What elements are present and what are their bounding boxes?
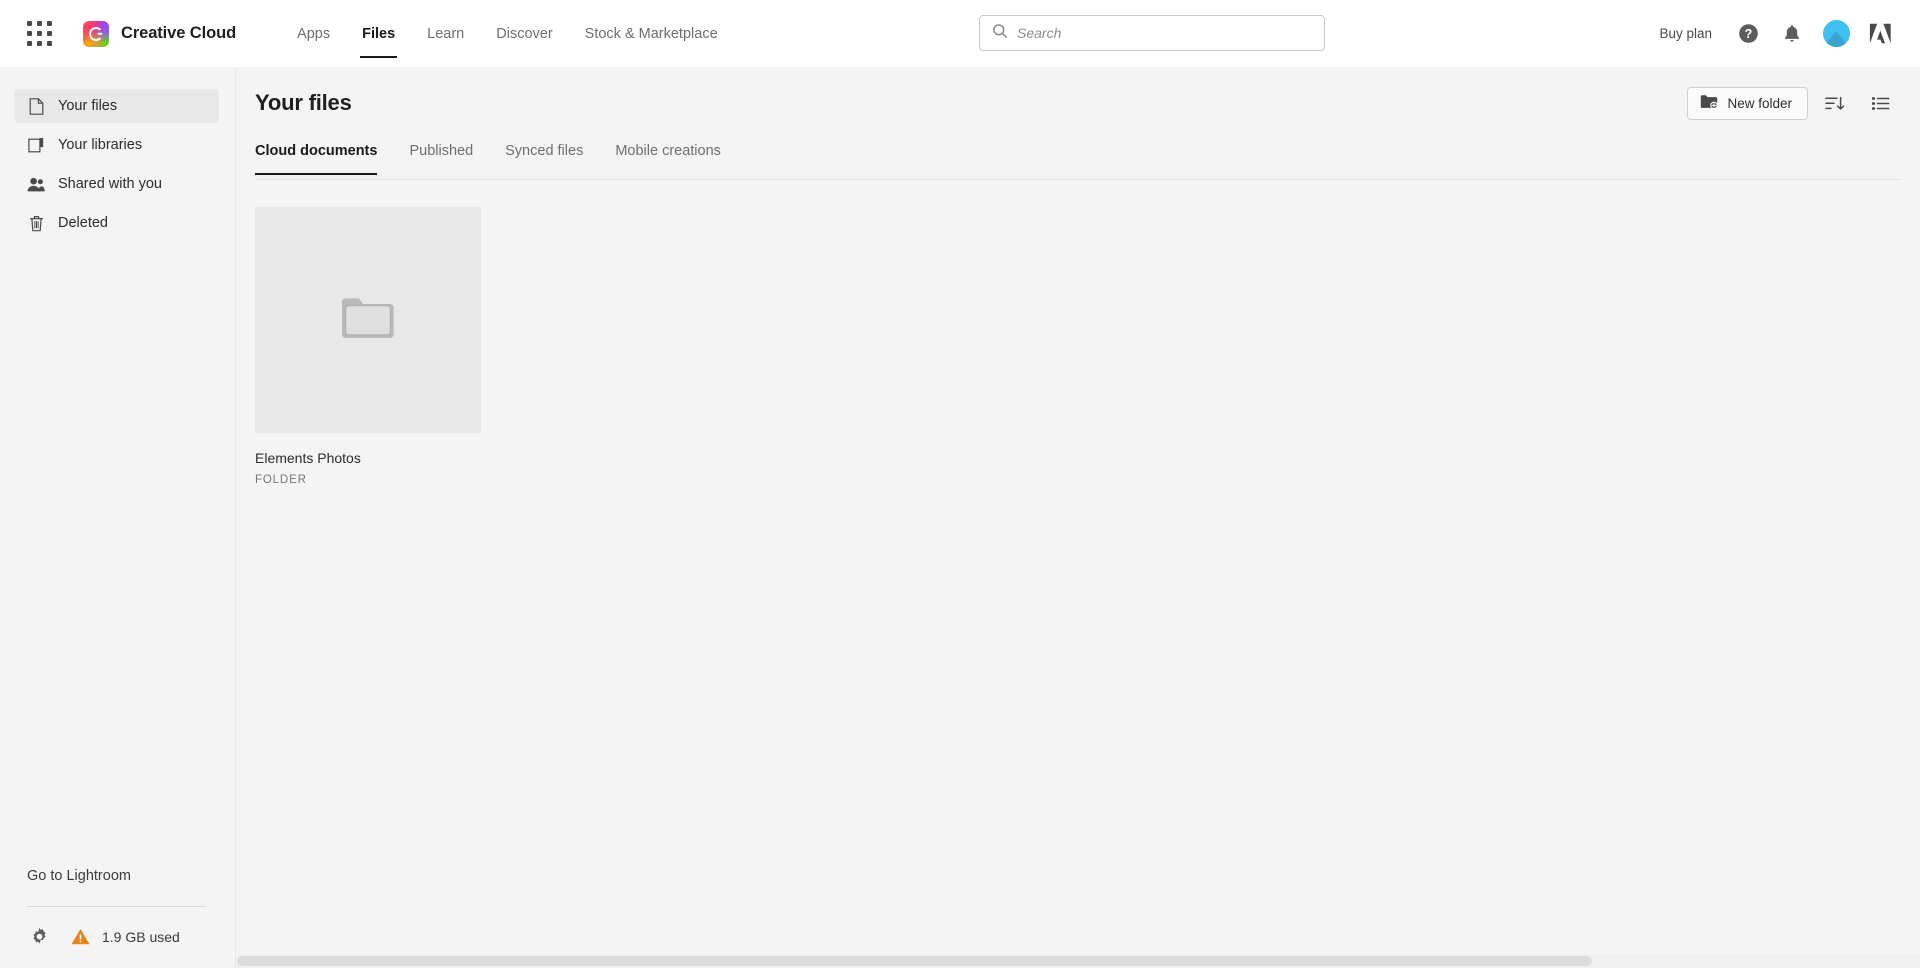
file-thumbnail [255, 207, 481, 433]
tabs: Cloud documents Published Synced files M… [237, 139, 1920, 179]
app-grid-dot [27, 20, 32, 26]
people-icon [26, 177, 46, 192]
tab-cloud-documents[interactable]: Cloud documents [255, 139, 378, 175]
nav-item-files[interactable]: Files [346, 0, 411, 67]
svg-text:?: ? [1744, 27, 1752, 41]
brand-home-link[interactable]: Creative Cloud [83, 20, 237, 47]
creative-cloud-logo-icon [83, 20, 109, 47]
search-box[interactable] [979, 15, 1325, 51]
tabs-container: Cloud documents Published Synced files M… [237, 139, 1920, 181]
brand-name: Creative Cloud [121, 24, 237, 42]
tab-published[interactable]: Published [409, 139, 473, 175]
gear-icon[interactable] [30, 927, 49, 946]
sidebar-nav-list: Your files Your libraries Shared with yo… [0, 67, 235, 240]
main-content: Your files New folder Cloud documents Pu… [237, 67, 1920, 968]
buy-plan-button[interactable]: Buy plan [1645, 26, 1726, 41]
nav-item-apps[interactable]: Apps [281, 0, 346, 67]
sidebar-item-your-files[interactable]: Your files [14, 89, 219, 123]
file-type-label: FOLDER [255, 474, 307, 487]
nav-item-discover[interactable]: Discover [480, 0, 568, 67]
trash-icon [26, 215, 46, 232]
files-grid: Elements Photos FOLDER [237, 181, 1920, 486]
user-avatar[interactable] [1814, 12, 1858, 56]
file-name: Elements Photos [255, 450, 361, 466]
warning-triangle-icon [71, 928, 90, 945]
header-actions: Buy plan ? [1645, 0, 1902, 67]
app-grid-dot [27, 30, 32, 36]
sidebar-item-label: Your libraries [58, 137, 143, 153]
storage-used-label: 1.9 GB used [102, 928, 180, 945]
content-header-actions: New folder [1687, 85, 1900, 121]
help-circle-icon[interactable]: ? [1726, 12, 1770, 56]
app-grid-dot [27, 40, 32, 46]
primary-navigation: Apps Files Learn Discover Stock & Market… [281, 0, 734, 67]
top-header-bar: Creative Cloud Apps Files Learn Discover… [0, 0, 1920, 67]
storage-status: 1.9 GB used [0, 907, 236, 946]
sidebar-item-deleted[interactable]: Deleted [14, 206, 219, 240]
horizontal-scrollbar[interactable] [237, 954, 1920, 968]
sidebar-item-label: Deleted [58, 215, 108, 231]
sidebar-item-label: Shared with you [58, 176, 162, 192]
tab-mobile-creations[interactable]: Mobile creations [615, 139, 721, 175]
left-sidebar: Your files Your libraries Shared with yo… [0, 67, 236, 968]
sidebar-item-shared-with-you[interactable]: Shared with you [14, 167, 219, 201]
nav-item-learn[interactable]: Learn [411, 0, 480, 67]
app-grid-dot [37, 40, 42, 46]
nav-item-stock-marketplace[interactable]: Stock & Marketplace [569, 0, 734, 67]
sidebar-item-your-libraries[interactable]: Your libraries [14, 128, 219, 162]
app-grid-dot [47, 20, 52, 26]
horizontal-scrollbar-thumb[interactable] [237, 956, 1592, 966]
app-grid-dot [47, 40, 52, 46]
app-grid-icon[interactable] [27, 20, 53, 47]
app-grid-dot [37, 30, 42, 36]
library-icon [26, 137, 46, 153]
search-icon [992, 23, 1008, 44]
avatar [1822, 20, 1850, 47]
content-header: Your files New folder [237, 67, 1920, 139]
search-container [979, 15, 1325, 51]
bell-icon[interactable] [1770, 12, 1814, 56]
tabs-divider [255, 179, 1900, 180]
go-to-lightroom-link[interactable]: Go to Lightroom [0, 868, 236, 884]
new-folder-label: New folder [1727, 95, 1792, 111]
page-title: Your files [255, 90, 352, 115]
sidebar-item-label: Your files [58, 98, 118, 114]
sidebar-footer: Go to Lightroom 1.9 GB used [0, 868, 236, 968]
file-card[interactable]: Elements Photos FOLDER [255, 207, 481, 486]
list-view-icon[interactable] [1860, 85, 1900, 121]
new-folder-button[interactable]: New folder [1687, 86, 1808, 120]
folder-icon [338, 293, 398, 348]
app-grid-dot [37, 20, 42, 26]
tab-synced-files[interactable]: Synced files [505, 139, 583, 175]
new-folder-icon [1700, 94, 1719, 112]
search-input[interactable] [1017, 25, 1312, 41]
sort-icon[interactable] [1814, 85, 1854, 121]
document-icon [26, 97, 46, 115]
app-grid-dot [47, 30, 52, 36]
adobe-logo-icon[interactable] [1858, 12, 1902, 56]
